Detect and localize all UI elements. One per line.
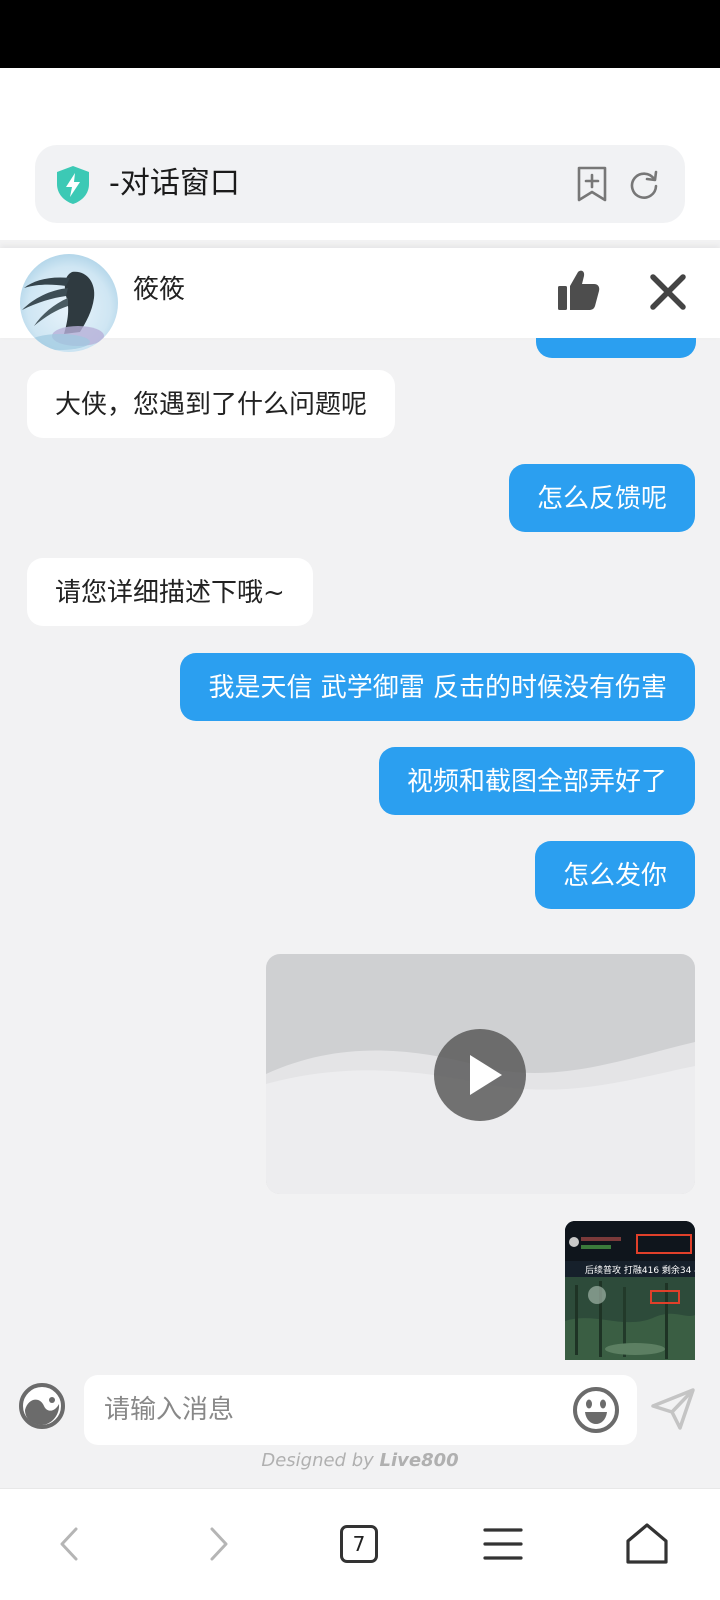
message-bubble-user: 我是天信 武学御雷 反击的时候没有伤害 [180, 653, 695, 721]
video-message[interactable] [266, 954, 695, 1194]
message-list[interactable]: 大侠，您遇到了什么问题呢 怎么反馈呢 请您详细描述下哦~ 我是天信 武学御雷 反… [0, 338, 720, 1360]
bookmark-add-icon[interactable] [575, 165, 609, 203]
refresh-icon[interactable] [627, 167, 661, 201]
close-icon[interactable] [648, 272, 688, 312]
play-icon [470, 1055, 502, 1095]
mood-icon[interactable] [18, 1382, 66, 1430]
menu-icon[interactable] [478, 1519, 528, 1569]
play-button[interactable] [434, 1029, 526, 1121]
home-icon[interactable] [622, 1519, 672, 1569]
message-bubble-agent: 请您详细描述下哦~ [27, 558, 313, 626]
input-area: Designed by Live800 [0, 1360, 720, 1488]
thumbnail-caption: 后续普攻 打融416 剩余34 41 [585, 1264, 695, 1276]
avatar [20, 254, 118, 352]
powered-by: Designed by Live800 [0, 1450, 720, 1471]
message-bubble-user: 怎么发你 [534, 841, 695, 909]
emoji-icon[interactable] [572, 1386, 620, 1434]
status-bar [0, 0, 720, 68]
message-bubble-partial [536, 338, 696, 358]
agent-name: 筱筱 [133, 275, 186, 305]
message-bubble-agent: 大侠，您遇到了什么问题呢 [27, 370, 396, 438]
shield-icon [57, 166, 89, 204]
browser-bottom-nav: 7 [0, 1488, 720, 1600]
powered-by-prefix: Designed by [261, 1450, 374, 1471]
url-bar[interactable]: -对话窗口 [35, 145, 685, 223]
image-message-thumbnail[interactable]: 后续普攻 打融416 剩余34 41 [565, 1221, 695, 1360]
tab-count: 7 [340, 1525, 378, 1563]
message-input[interactable] [84, 1375, 637, 1445]
chat-header: 筱筱 [0, 248, 720, 352]
browser-toolbar: -对话窗口 [0, 68, 720, 240]
tabs-button[interactable]: 7 [334, 1519, 384, 1569]
like-icon[interactable] [556, 268, 600, 312]
page-title: -对话窗口 [109, 166, 240, 201]
message-bubble-user: 怎么反馈呢 [508, 464, 695, 532]
send-icon[interactable] [650, 1386, 696, 1432]
powered-by-brand: Live800 [379, 1450, 459, 1471]
message-bubble-user: 视频和截图全部弄好了 [378, 747, 695, 815]
forward-icon[interactable] [192, 1519, 242, 1569]
back-icon[interactable] [46, 1519, 96, 1569]
